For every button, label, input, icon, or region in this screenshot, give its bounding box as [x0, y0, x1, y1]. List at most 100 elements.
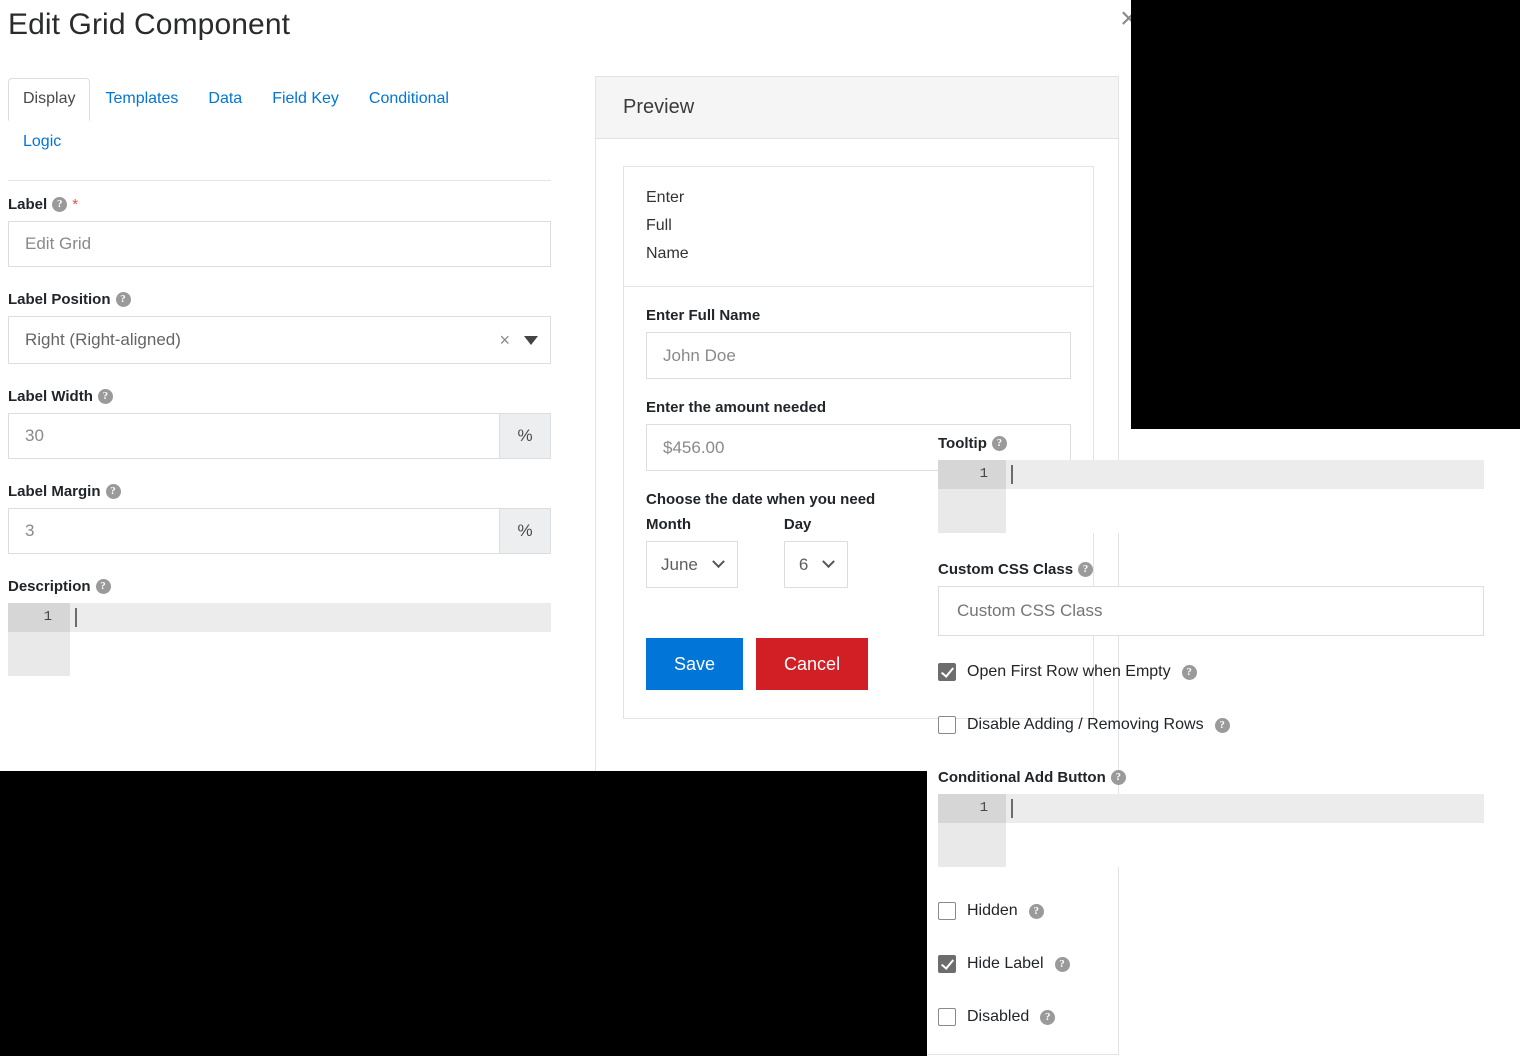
clear-icon[interactable]: × [499, 330, 510, 351]
help-icon[interactable]: ? [97, 389, 113, 404]
cancel-button[interactable]: Cancel [756, 638, 869, 690]
help-icon[interactable]: ? [115, 292, 131, 307]
checkbox-group-top: Open First Row when Empty ? Disable Addi… [938, 654, 1484, 743]
conditional-add-button-code-editor[interactable]: 1 [938, 794, 1484, 867]
settings-tabs: Display Templates Data Field Key Conditi… [8, 78, 551, 163]
text-caret [1011, 465, 1013, 484]
help-icon[interactable]: ? [1040, 1009, 1056, 1025]
tooltip-caption-text: Tooltip [938, 435, 987, 452]
checkbox-label: Hidden [967, 902, 1018, 919]
preview-fullname-input[interactable]: John Doe [646, 332, 1071, 379]
code-gutter-empty [938, 489, 1006, 533]
grid-header-line: Full [646, 217, 672, 234]
preview-month-group: Month June [646, 516, 738, 588]
description-caption-text: Description [8, 578, 91, 595]
tab-field-key[interactable]: Field Key [257, 78, 354, 121]
page-title: Edit Grid Component [8, 8, 291, 41]
code-line-number: 1 [938, 794, 1006, 823]
description-code-editor[interactable]: 1 [8, 603, 551, 676]
checkbox-group-bottom: Hidden ? Hide Label ? Disabled ? [938, 893, 1484, 1035]
help-icon[interactable]: ? [1078, 562, 1094, 577]
code-area[interactable] [70, 632, 551, 676]
code-line-number: 1 [938, 460, 1006, 489]
label-margin-unit: % [499, 508, 551, 554]
preview-month-select[interactable]: June [646, 541, 738, 588]
help-icon[interactable]: ? [1110, 770, 1126, 785]
code-area[interactable] [1006, 489, 1484, 533]
preview-field-fullname: Enter Full Name John Doe [624, 287, 1093, 379]
checkbox-open-first-row[interactable]: Open First Row when Empty ? [938, 654, 1484, 690]
edit-grid-component-dialog: Edit Grid Component × Display Templates … [0, 0, 1520, 1056]
label-caption: Label ? * [8, 196, 551, 213]
preview-day-select[interactable]: 6 [783, 541, 849, 588]
preview-header: Preview [596, 77, 1118, 139]
code-line: 1 [938, 794, 1484, 823]
code-area[interactable] [1006, 823, 1484, 867]
help-icon[interactable]: ? [1054, 956, 1070, 972]
save-button[interactable]: Save [646, 638, 744, 690]
tab-templates[interactable]: Templates [90, 78, 193, 121]
display-settings-form: Label ? * Edit Grid Label Position ? Rig… [8, 196, 551, 676]
label-margin-caption: Label Margin ? [8, 483, 551, 500]
checkbox-box[interactable] [938, 1008, 956, 1026]
label-width-input[interactable]: 30 [8, 413, 499, 459]
checkbox-box[interactable] [938, 955, 956, 973]
code-editor-body [938, 823, 1484, 867]
description-caption: Description ? [8, 578, 551, 595]
code-line: 1 [938, 460, 1484, 489]
help-icon[interactable]: ? [1028, 903, 1044, 919]
required-asterisk: * [72, 196, 79, 213]
preview-day-group: Day 6 [783, 516, 849, 588]
tooltip-caption: Tooltip ? [938, 435, 1484, 452]
preview-grid-header: Enter Full Name [624, 167, 1093, 287]
preview-month-value: June [661, 554, 698, 574]
code-gutter-empty [8, 632, 70, 676]
field-custom-css-class: Custom CSS Class ? [938, 561, 1484, 636]
tab-data[interactable]: Data [193, 78, 257, 121]
grid-header-line: Name [646, 245, 689, 262]
chevron-down-icon [822, 555, 836, 569]
label-position-value: Right (Right-aligned) [25, 330, 181, 349]
help-icon[interactable]: ? [1181, 664, 1197, 680]
help-icon[interactable]: ? [95, 579, 111, 594]
checkbox-label: Disable Adding / Removing Rows [967, 716, 1204, 733]
label-caption-text: Label [8, 196, 48, 213]
help-icon[interactable]: ? [1214, 717, 1230, 733]
label-position-select[interactable]: Right (Right-aligned) × [8, 316, 551, 364]
text-caret [75, 608, 77, 627]
field-label-position: Label Position ? Right (Right-aligned) × [8, 291, 551, 364]
help-icon[interactable]: ? [991, 436, 1007, 451]
tab-display[interactable]: Display [8, 78, 91, 121]
label-width-caption: Label Width ? [8, 388, 551, 405]
checkbox-disabled[interactable]: Disabled ? [938, 999, 1484, 1035]
code-editor-body [938, 489, 1484, 533]
conditional-add-button-caption: Conditional Add Button ? [938, 769, 1484, 786]
tab-logic[interactable]: Logic [8, 121, 76, 164]
field-label: Label ? * Edit Grid [8, 196, 551, 267]
tab-row-secondary: Logic [8, 121, 551, 164]
checkbox-hide-label[interactable]: Hide Label ? [938, 946, 1484, 982]
help-icon[interactable]: ? [105, 484, 121, 499]
chevron-down-icon [712, 555, 725, 569]
help-icon[interactable]: ? [52, 197, 68, 212]
preview-fullname-label: Enter Full Name [646, 307, 761, 324]
checkbox-disable-add-remove-rows[interactable]: Disable Adding / Removing Rows ? [938, 707, 1484, 743]
checkbox-label: Disabled [967, 1008, 1030, 1025]
checkbox-box[interactable] [938, 663, 956, 681]
label-width-caption-text: Label Width [8, 388, 93, 405]
code-gutter-empty [938, 823, 1006, 867]
checkbox-box[interactable] [938, 716, 956, 734]
chevron-down-icon[interactable] [524, 335, 538, 345]
label-margin-caption-text: Label Margin [8, 483, 101, 500]
tab-conditional[interactable]: Conditional [354, 78, 464, 121]
label-margin-input[interactable]: 3 [8, 508, 499, 554]
custom-css-class-input[interactable] [938, 586, 1484, 636]
checkbox-hidden[interactable]: Hidden ? [938, 893, 1484, 929]
tooltip-code-editor[interactable]: 1 [938, 460, 1484, 533]
field-label-margin: Label Margin ? 3 % [8, 483, 551, 554]
preview-month-label: Month [646, 516, 691, 533]
label-input[interactable]: Edit Grid [8, 221, 551, 267]
occlusion-overlay-top-right [1131, 0, 1520, 429]
conditional-add-button-caption-text: Conditional Add Button [938, 769, 1106, 786]
checkbox-box[interactable] [938, 902, 956, 920]
